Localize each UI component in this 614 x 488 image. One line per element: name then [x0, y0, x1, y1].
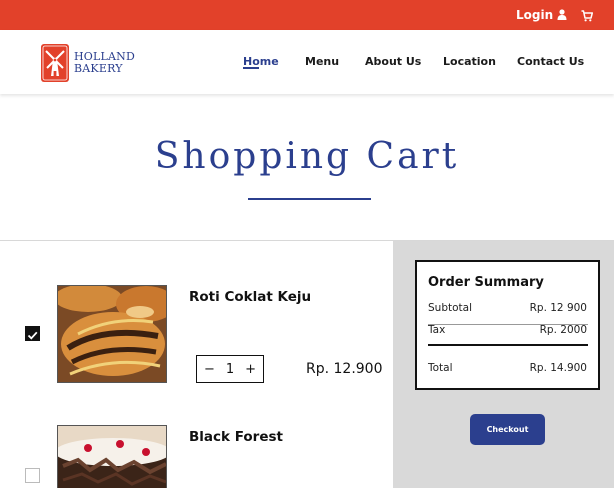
cart-icon[interactable]	[581, 7, 594, 26]
user-icon	[557, 9, 567, 20]
decrease-button[interactable]: −	[204, 362, 215, 377]
brand-logo[interactable]: HOLLAND BAKERY	[40, 43, 135, 83]
total-label: Total	[428, 362, 453, 374]
nav-contact[interactable]: Contact Us	[517, 55, 584, 68]
windmill-logo-icon	[41, 44, 69, 82]
item-checkbox[interactable]	[25, 468, 40, 483]
tax-label: Tax	[428, 324, 446, 336]
login-label: Login	[516, 7, 554, 22]
total-value: Rp. 14.900	[529, 362, 587, 374]
quantity-stepper[interactable]: − 1 +	[196, 355, 264, 383]
title-underline	[248, 198, 371, 200]
subtotal-value: Rp. 12 900	[529, 302, 587, 314]
summary-title: Order Summary	[428, 275, 544, 290]
item-price: Rp. 12.900	[306, 361, 383, 377]
nav-menu[interactable]: Menu	[305, 55, 339, 68]
checkout-button[interactable]: Checkout	[470, 414, 545, 445]
site-header: HOLLAND BAKERY Home Menu About Us Locati…	[0, 30, 614, 94]
nav-about[interactable]: About Us	[365, 55, 421, 68]
check-icon	[27, 331, 38, 340]
login-link[interactable]: Login	[516, 6, 567, 23]
item-name: Black Forest	[189, 429, 283, 445]
order-summary-box: Order Summary Subtotal Rp. 12 900 Tax Rp…	[415, 260, 600, 390]
product-image-black-forest[interactable]	[57, 425, 167, 488]
tax-value: Rp. 2000	[539, 324, 587, 336]
item-checkbox[interactable]	[25, 326, 40, 341]
subtotal-label: Subtotal	[428, 302, 472, 314]
brand-name: HOLLAND BAKERY	[74, 51, 135, 75]
item-name: Roti Coklat Keju	[189, 289, 312, 305]
nav-location[interactable]: Location	[443, 55, 496, 68]
brand-line2: BAKERY	[74, 62, 123, 75]
quantity-value: 1	[225, 361, 235, 377]
total-divider	[428, 344, 588, 346]
nav-active-indicator	[243, 67, 259, 69]
increase-button[interactable]: +	[245, 362, 256, 377]
product-image-roti-coklat-keju[interactable]	[57, 285, 167, 383]
page-title: Shopping Cart	[154, 136, 460, 177]
